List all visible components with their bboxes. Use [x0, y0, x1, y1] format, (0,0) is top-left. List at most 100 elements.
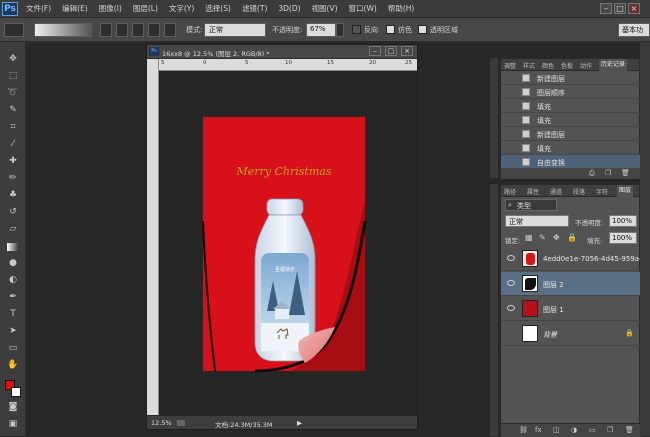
- menu-filter[interactable]: 滤镜(T): [242, 3, 267, 14]
- new-group-icon[interactable]: ▭: [589, 426, 596, 434]
- new-document-icon[interactable]: ❐: [605, 169, 611, 177]
- shape-tool-icon[interactable]: ▭: [7, 343, 19, 354]
- history-brush-tool-icon[interactable]: ↺: [7, 207, 19, 218]
- healing-brush-tool-icon[interactable]: ✚: [7, 156, 19, 167]
- menu-edit[interactable]: 编辑(E): [62, 3, 88, 14]
- history-item[interactable]: 新建图层: [501, 71, 641, 85]
- tab-styles[interactable]: 样式: [523, 61, 535, 70]
- status-arrow-icon[interactable]: ▶: [297, 419, 302, 427]
- quick-select-tool-icon[interactable]: ✎: [7, 105, 19, 116]
- layer-row[interactable]: 图层 1: [501, 297, 641, 321]
- layer-row[interactable]: 背景 🔒: [501, 322, 641, 346]
- tab-adjustments[interactable]: 调整: [504, 61, 516, 70]
- tool-preset-picker[interactable]: [4, 23, 24, 37]
- doc-close-icon[interactable]: ×: [401, 46, 413, 56]
- layer-row[interactable]: 4edd0e1e-7056-4d45-959a-...: [501, 247, 648, 271]
- workspace-switcher[interactable]: 基本功: [618, 23, 650, 37]
- transparency-checkbox[interactable]: [418, 25, 427, 34]
- menu-image[interactable]: 图像(I): [99, 3, 122, 14]
- opacity-input[interactable]: 67%: [306, 23, 336, 37]
- lock-transparent-icon[interactable]: ▦: [525, 233, 533, 242]
- radial-gradient-icon[interactable]: [116, 23, 128, 37]
- history-item[interactable]: 填充: [501, 141, 641, 155]
- opacity-dropdown-icon[interactable]: [336, 23, 344, 37]
- dither-checkbox[interactable]: [386, 25, 395, 34]
- clone-stamp-tool-icon[interactable]: ♣: [7, 190, 19, 201]
- document-tab[interactable]: Ps 16xx8 @ 12.5% (图层 2, RGB/8) * – □ ×: [147, 45, 417, 59]
- menu-view[interactable]: 视图(V): [312, 3, 338, 14]
- status-menu-icon[interactable]: [177, 420, 185, 426]
- menu-window[interactable]: 窗口(W): [349, 3, 377, 14]
- history-item[interactable]: 图层顺序: [501, 85, 641, 99]
- canvas-area[interactable]: Merry Christmas 圣诞快乐: [159, 71, 417, 415]
- visibility-off-box[interactable]: [507, 330, 515, 336]
- history-item[interactable]: 填充: [501, 99, 641, 113]
- background-color-swatch[interactable]: [11, 387, 21, 397]
- diamond-gradient-icon[interactable]: [164, 23, 176, 37]
- path-selection-tool-icon[interactable]: ➤: [7, 326, 19, 337]
- zoom-readout[interactable]: 12.5%: [151, 419, 172, 427]
- menu-help[interactable]: 帮助(H): [388, 3, 415, 14]
- gradient-tool-icon[interactable]: [7, 243, 19, 251]
- layer-row-selected[interactable]: 图层 2: [501, 272, 641, 296]
- pen-tool-icon[interactable]: ✒: [7, 292, 19, 303]
- history-item[interactable]: 填充: [501, 113, 641, 127]
- reflected-gradient-icon[interactable]: [148, 23, 160, 37]
- close-icon[interactable]: ×: [628, 3, 640, 14]
- menu-select[interactable]: 选择(S): [205, 3, 231, 14]
- link-layers-icon[interactable]: ⛓: [519, 426, 528, 434]
- new-snapshot-icon[interactable]: ⎙: [589, 169, 595, 178]
- reverse-checkbox[interactable]: [352, 25, 361, 34]
- menu-file[interactable]: 文件(F): [26, 3, 51, 14]
- mode-select[interactable]: 正常: [204, 23, 266, 37]
- horizontal-ruler[interactable]: 5 0 5 10 15 20 25: [159, 59, 417, 71]
- layer-name[interactable]: 图层 1: [543, 305, 564, 315]
- tab-channels[interactable]: 通道: [550, 187, 562, 196]
- dodge-tool-icon[interactable]: ◐: [7, 275, 19, 286]
- hand-tool-icon[interactable]: ✋: [7, 360, 19, 371]
- screen-mode-icon[interactable]: ▣: [7, 419, 19, 430]
- visibility-eye-icon[interactable]: [507, 280, 515, 286]
- quick-mask-icon[interactable]: ◙: [7, 402, 19, 413]
- visibility-eye-icon[interactable]: [507, 305, 515, 311]
- tab-actions[interactable]: 动作: [580, 61, 592, 70]
- fx-icon[interactable]: fx: [535, 426, 542, 434]
- maximize-icon[interactable]: □: [614, 3, 626, 14]
- layer-name[interactable]: 背景: [543, 330, 557, 340]
- blend-mode-select[interactable]: 正常: [505, 215, 569, 227]
- history-item-selected[interactable]: 自由变换: [501, 155, 641, 169]
- lock-image-icon[interactable]: ✎: [539, 233, 546, 242]
- tab-paragraph[interactable]: 段落: [573, 187, 585, 196]
- eraser-tool-icon[interactable]: ▱: [7, 224, 19, 235]
- layer-filter-select[interactable]: ⌕ 类型: [505, 199, 557, 211]
- add-mask-icon[interactable]: ◫: [553, 426, 560, 434]
- crop-tool-icon[interactable]: ⌗: [7, 122, 19, 133]
- menu-layer[interactable]: 图层(L): [133, 3, 158, 14]
- lasso-tool-icon[interactable]: ➰: [7, 88, 19, 99]
- doc-maximize-icon[interactable]: □: [385, 46, 397, 56]
- doc-minimize-icon[interactable]: –: [369, 46, 381, 56]
- history-item[interactable]: 新建图层: [501, 127, 641, 141]
- tab-history[interactable]: 历史记录: [599, 59, 628, 71]
- layer-opacity-input[interactable]: 100%: [609, 215, 637, 227]
- angle-gradient-icon[interactable]: [132, 23, 144, 37]
- adjustment-layer-icon[interactable]: ◑: [571, 426, 577, 434]
- layer-name[interactable]: 图层 2: [543, 280, 564, 290]
- marquee-tool-icon[interactable]: ⬚: [7, 71, 19, 82]
- minimize-icon[interactable]: –: [600, 3, 612, 14]
- tab-layers[interactable]: 图层: [617, 185, 634, 197]
- eyedropper-tool-icon[interactable]: ⁄: [7, 139, 19, 150]
- move-tool-icon[interactable]: ✥: [7, 54, 19, 65]
- blur-tool-icon[interactable]: ●: [7, 258, 19, 269]
- menu-type[interactable]: 文字(Y): [169, 3, 194, 14]
- tab-swatches[interactable]: 色板: [561, 61, 573, 70]
- lock-all-icon[interactable]: 🔒: [567, 233, 577, 242]
- type-tool-icon[interactable]: T: [7, 309, 19, 320]
- gradient-picker[interactable]: [34, 23, 92, 37]
- vertical-ruler[interactable]: [147, 59, 159, 415]
- visibility-eye-icon[interactable]: [507, 255, 515, 261]
- trash-icon[interactable]: 🗑: [621, 169, 630, 177]
- tab-color[interactable]: 颜色: [542, 61, 554, 70]
- layer-name[interactable]: 4edd0e1e-7056-4d45-959a-...: [543, 255, 648, 263]
- tab-character[interactable]: 字符: [596, 187, 608, 196]
